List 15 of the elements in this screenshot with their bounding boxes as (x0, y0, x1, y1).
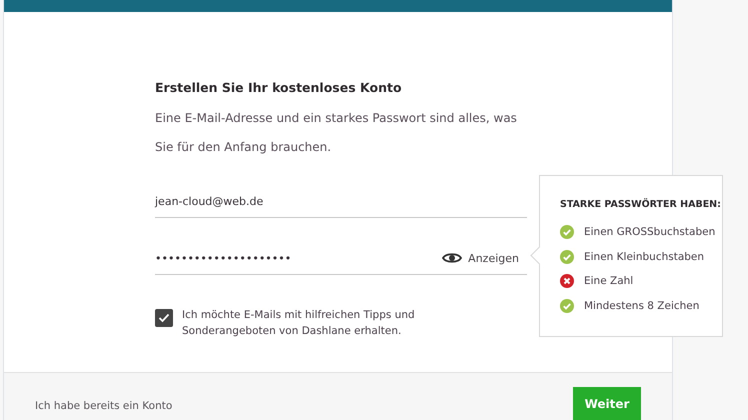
tips-title: STARKE PASSWÖRTER HABEN: (560, 198, 721, 211)
rule-text: Mindestens 8 Zeichen (584, 300, 700, 312)
password-field[interactable]: ••••••••••••••••••••• Anzeigen (155, 242, 527, 275)
form-heading: Erstellen Sie Ihr kostenloses Konto (155, 80, 403, 95)
checkmark-icon (158, 313, 170, 323)
newsletter-label: Ich möchte E-Mails mit hilfreichen Tipps und Sonderangeboten von Dashlane erhalten. (182, 308, 416, 339)
email-field[interactable]: jean-cloud@web.de (155, 185, 527, 218)
rule-text: Eine Zahl (584, 275, 634, 288)
intro-text: Eine E-Mail-Adresse und ein starkes Passwort sind alles, was Sie für den Anfang brauchen. (155, 110, 518, 156)
show-password-button[interactable]: Anzeigen (442, 252, 519, 264)
newsletter-checkbox[interactable] (155, 309, 173, 327)
eye-icon (442, 252, 462, 264)
existing-account-link[interactable]: Ich habe bereits ein Konto (35, 400, 172, 412)
rule-text: Einen Kleinbuchstaben (584, 250, 704, 263)
rule-text: Einen GROSSbuchstaben (584, 226, 716, 238)
